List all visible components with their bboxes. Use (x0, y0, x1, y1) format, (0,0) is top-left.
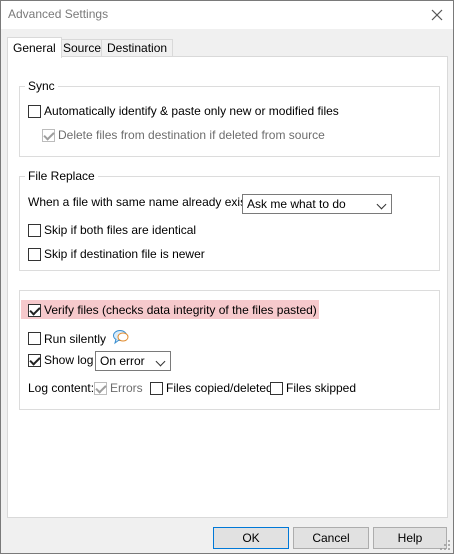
show-log-dropdown-value: On error (100, 354, 145, 368)
show-log-checkbox[interactable]: Show log (28, 353, 93, 367)
run-silently-checkbox-box[interactable] (28, 332, 41, 345)
run-silently-label: Run silently (44, 331, 107, 346)
log-content-label: Log content: (28, 381, 95, 395)
run-silently-checkbox[interactable]: Run silently (28, 329, 130, 348)
auto-identify-label: Automatically identify & paste only new … (44, 104, 339, 118)
skip-newer-checkbox[interactable]: Skip if destination file is newer (28, 247, 205, 261)
ok-button-label: OK (242, 531, 260, 545)
show-log-checkbox-box[interactable] (28, 353, 41, 367)
auto-identify-checkbox[interactable]: Automatically identify & paste only new … (28, 104, 339, 118)
delete-files-checkbox-box[interactable] (42, 128, 55, 142)
auto-identify-checkbox-box[interactable] (28, 104, 41, 118)
show-log-label: Show log (44, 353, 94, 367)
errors-checkbox-box[interactable] (94, 381, 107, 395)
files-skipped-checkbox[interactable]: Files skipped (270, 381, 356, 395)
general-tab-panel: Sync Automatically identify & paste only… (7, 56, 448, 518)
errors-label: Errors (110, 381, 143, 395)
skip-identical-checkbox-box[interactable] (28, 223, 41, 237)
help-button-label: Help (397, 531, 423, 545)
show-log-dropdown[interactable]: On error (95, 351, 171, 371)
tab-general-label: General (13, 41, 56, 55)
delete-files-checkbox[interactable]: Delete files from destination if deleted… (42, 128, 325, 142)
exists-dropdown[interactable]: Ask me what to do (242, 194, 392, 214)
files-copied-label: Files copied/deleted (166, 381, 273, 395)
files-copied-checkbox[interactable]: Files copied/deleted (150, 381, 273, 395)
file-replace-group: File Replace When a file with same name … (19, 169, 440, 271)
verify-files-checkbox[interactable]: Verify files (checks data integrity of t… (28, 303, 317, 317)
sync-group: Sync Automatically identify & paste only… (19, 79, 440, 157)
sync-group-legend: Sync (25, 79, 58, 93)
file-replace-group-legend: File Replace (25, 169, 98, 183)
exists-label: When a file with same name already exist… (28, 195, 259, 209)
help-button[interactable]: Help (373, 527, 447, 549)
verify-files-checkbox-box[interactable] (28, 303, 41, 317)
skip-newer-checkbox-box[interactable] (28, 247, 41, 261)
cancel-button-label: Cancel (312, 531, 350, 545)
title-bar: Advanced Settings (1, 1, 453, 29)
window-title: Advanced Settings (8, 7, 109, 21)
advanced-settings-window: Advanced Settings General Source Destina… (0, 0, 454, 554)
skip-newer-label: Skip if destination file is newer (44, 247, 205, 261)
chat-bubble-icon (112, 329, 130, 348)
files-skipped-checkbox-box[interactable] (270, 381, 283, 395)
verify-files-label: Verify files (checks data integrity of t… (44, 303, 317, 317)
skip-identical-label: Skip if both files are identical (44, 223, 197, 237)
resize-grip-icon[interactable] (440, 540, 451, 551)
tab-general[interactable]: General (7, 37, 62, 58)
chevron-down-icon (155, 356, 166, 367)
skip-identical-checkbox[interactable]: Skip if both files are identical (28, 223, 196, 237)
exists-dropdown-value: Ask me what to do (247, 197, 346, 211)
log-content-row: Log content: (28, 381, 94, 395)
exists-row: When a file with same name already exist… (28, 195, 259, 209)
chevron-down-icon (376, 199, 387, 210)
errors-checkbox[interactable]: Errors (94, 381, 143, 395)
cancel-button[interactable]: Cancel (293, 527, 369, 549)
ok-button[interactable]: OK (213, 527, 289, 549)
tab-source-label: Source (63, 41, 102, 55)
close-button[interactable] (421, 1, 453, 29)
tab-destination-label: Destination (107, 41, 168, 55)
files-skipped-label: Files skipped (286, 381, 357, 395)
files-copied-checkbox-box[interactable] (150, 381, 163, 395)
delete-files-label: Delete files from destination if deleted… (58, 128, 325, 142)
close-icon (431, 9, 443, 21)
